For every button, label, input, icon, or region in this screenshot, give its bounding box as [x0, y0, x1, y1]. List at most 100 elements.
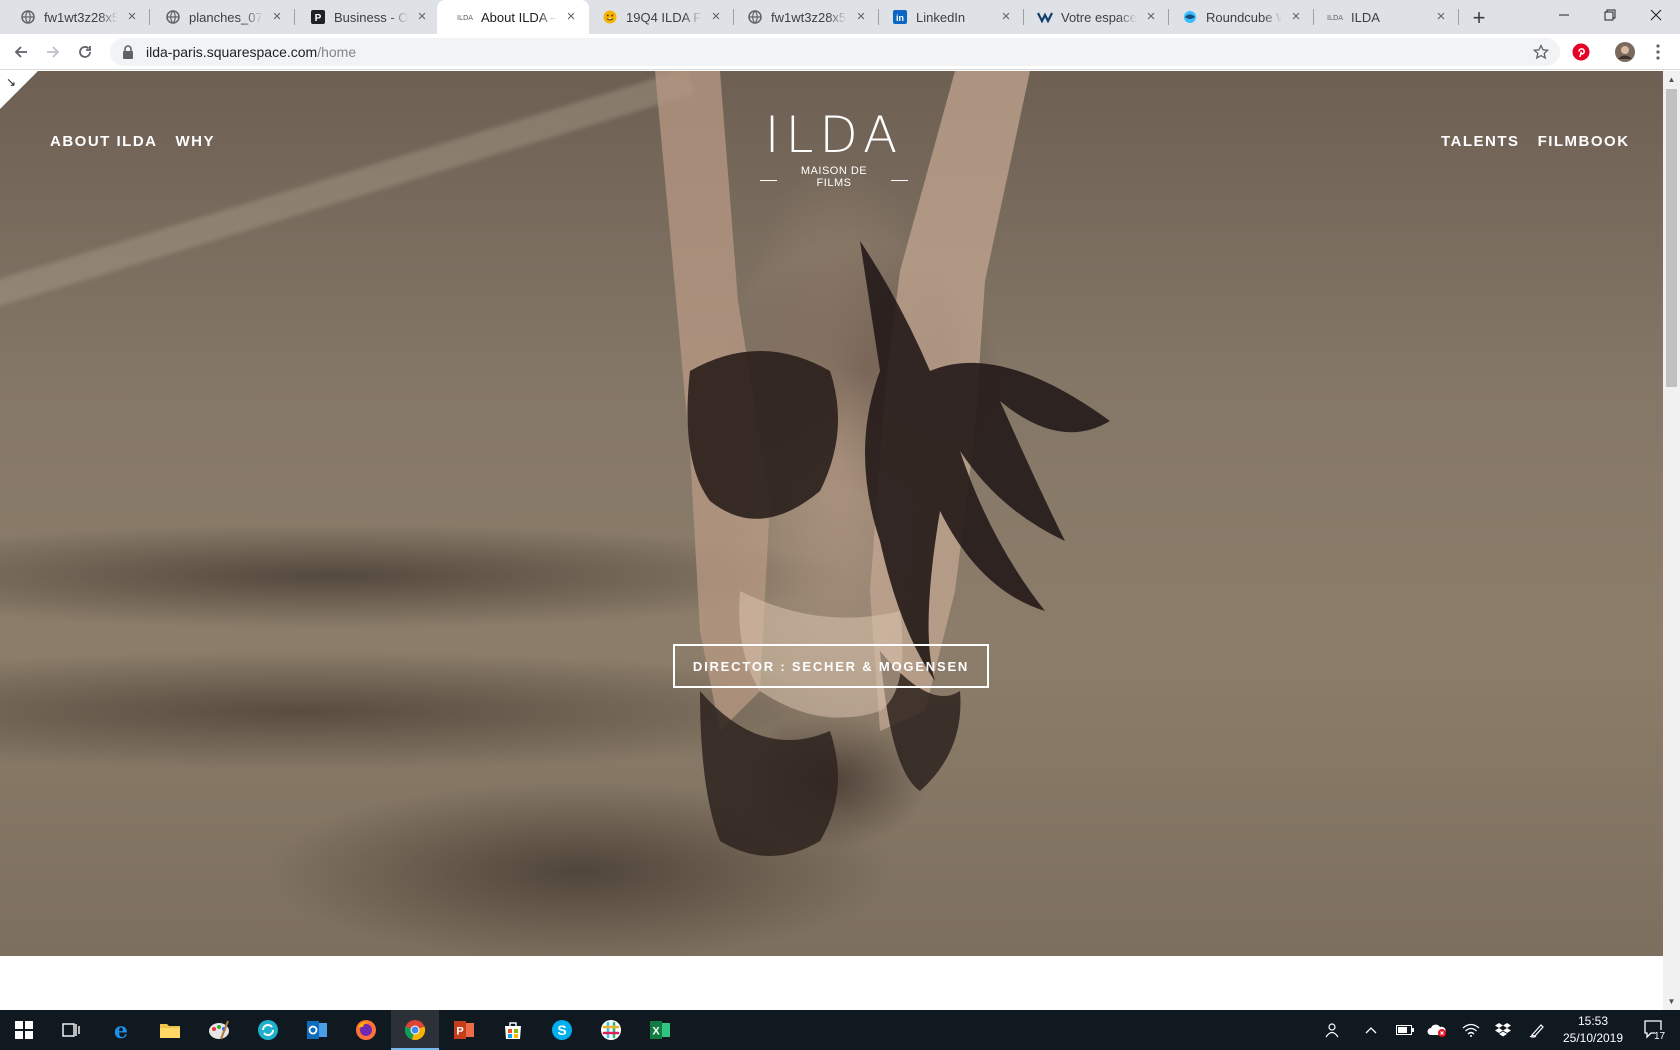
scroll-up-arrow-icon[interactable]: ▲: [1663, 71, 1680, 88]
tab-title: Roundcube Webmail: [1206, 9, 1282, 25]
tab-3[interactable]: P Business - Offres ×: [290, 0, 440, 34]
file-explorer-icon: [160, 1024, 180, 1038]
url-path: /home: [317, 44, 357, 60]
tab-7[interactable]: in LinkedIn ×: [872, 0, 1024, 34]
chevron-up-icon: [1365, 1027, 1377, 1034]
task-view-icon: [62, 1023, 80, 1037]
tab-title: planches_07.indd: [189, 9, 263, 25]
nav-link-filmbook[interactable]: FILMBOOK: [1538, 133, 1630, 150]
globe-icon: [747, 9, 763, 25]
browser-menu-button[interactable]: [1645, 39, 1671, 65]
logo-tagline: MAISON DE FILMS: [800, 165, 868, 189]
close-tab-icon[interactable]: ×: [1143, 9, 1159, 25]
linkedin-icon: in: [892, 9, 908, 25]
close-window-button[interactable]: [1633, 0, 1679, 30]
ovh-icon: [1037, 9, 1053, 25]
p-logo-icon: P: [310, 9, 326, 25]
back-button[interactable]: [8, 39, 34, 65]
minimize-window-button[interactable]: [1541, 0, 1587, 30]
taskbar-slack[interactable]: [587, 1010, 635, 1050]
nav-link-talents[interactable]: TALENTS: [1441, 133, 1520, 150]
svg-text:ILDA: ILDA: [457, 14, 473, 22]
pen-icon: [1529, 1024, 1544, 1038]
taskbar-file-explorer[interactable]: [146, 1010, 194, 1050]
chrome-icon: [404, 1020, 426, 1041]
slack-icon: [601, 1020, 621, 1040]
tab-5[interactable]: 19Q4 ILDA FORMAT ×: [582, 0, 734, 34]
director-button[interactable]: DIRECTOR : SECHER & MOGENSEN: [673, 644, 989, 688]
restore-icon: [1604, 9, 1616, 21]
taskbar-chrome[interactable]: [391, 1010, 439, 1050]
browser-toolbar: ilda-paris.squarespace.com/home: [0, 34, 1680, 70]
close-tab-icon[interactable]: ×: [414, 9, 430, 25]
address-bar[interactable]: ilda-paris.squarespace.com/home: [110, 38, 1560, 66]
close-tab-icon[interactable]: ×: [1288, 9, 1304, 25]
taskbar-store[interactable]: [489, 1010, 537, 1050]
back-arrow-icon: [14, 46, 27, 58]
hero-scene-illustration: [655, 71, 1110, 856]
close-tab-icon[interactable]: ×: [269, 9, 285, 25]
action-center-button[interactable]: 17: [1636, 1010, 1676, 1050]
tab-2[interactable]: planches_07.indd ×: [145, 0, 295, 34]
page-scrollbar[interactable]: ▲ ▼: [1663, 71, 1680, 1010]
expand-arrow-icon[interactable]: ↘: [6, 75, 16, 89]
outlook-icon: [307, 1021, 327, 1039]
site-logo[interactable]: ILDA MAISON DE FILMS: [754, 107, 914, 189]
wifi-tray-icon[interactable]: [1458, 1010, 1484, 1050]
logo-wordmark: ILDA: [764, 106, 904, 164]
scroll-down-arrow-icon[interactable]: ▼: [1663, 993, 1680, 1010]
tab-9[interactable]: Roundcube Webmail ×: [1162, 0, 1314, 34]
restore-window-button[interactable]: [1587, 0, 1633, 30]
pen-workspace-tray-icon[interactable]: [1524, 1010, 1550, 1050]
taskbar-edge[interactable]: e: [97, 1010, 145, 1050]
tab-8[interactable]: Votre espace client ×: [1017, 0, 1169, 34]
profile-avatar-button[interactable]: [1612, 39, 1638, 65]
tab-strip: fw1wt3z28x5kmfx × planches_07.indd × P B…: [0, 0, 1680, 34]
taskbar-sync-app[interactable]: [244, 1010, 292, 1050]
lock-icon[interactable]: [122, 45, 136, 59]
close-tab-icon[interactable]: ×: [998, 9, 1014, 25]
onedrive-error-tray-icon[interactable]: [1424, 1010, 1450, 1050]
taskbar-paint[interactable]: [195, 1010, 243, 1050]
svg-text:P: P: [315, 13, 322, 24]
star-icon: [1533, 44, 1549, 60]
tab-title: About ILDA — ILDA: [481, 9, 557, 25]
close-tab-icon[interactable]: ×: [708, 9, 724, 25]
nav-link-about-ilda[interactable]: ABOUT ILDA: [50, 133, 158, 150]
taskbar-excel[interactable]: X: [636, 1010, 684, 1050]
close-tab-icon[interactable]: ×: [124, 9, 140, 25]
new-tab-button[interactable]: +: [1466, 5, 1492, 31]
scrollbar-thumb[interactable]: [1666, 89, 1677, 387]
store-icon: [505, 1022, 521, 1039]
taskbar-outlook[interactable]: [293, 1010, 341, 1050]
tab-10[interactable]: ILDA ILDA ×: [1307, 0, 1459, 34]
start-button[interactable]: [0, 1010, 48, 1050]
dropbox-tray-icon[interactable]: [1490, 1010, 1516, 1050]
skype-icon: S: [552, 1020, 572, 1040]
taskbar-powerpoint[interactable]: P: [440, 1010, 488, 1050]
reload-button[interactable]: [72, 39, 98, 65]
people-tray-button[interactable]: [1320, 1010, 1346, 1050]
show-hidden-icons-button[interactable]: [1358, 1010, 1384, 1050]
svg-text:in: in: [896, 13, 904, 23]
taskbar-skype[interactable]: S: [538, 1010, 586, 1050]
globe-icon: [165, 9, 181, 25]
tab-4-active[interactable]: ILDA About ILDA — ILDA ×: [437, 0, 589, 34]
pinterest-extension-button[interactable]: [1568, 39, 1594, 65]
paint-icon: [209, 1020, 229, 1040]
taskbar-clock[interactable]: 15:53 25/10/2019: [1556, 1013, 1630, 1047]
close-tab-icon[interactable]: ×: [853, 9, 869, 25]
taskbar-firefox[interactable]: [342, 1010, 390, 1050]
nav-link-why[interactable]: WHY: [176, 133, 216, 150]
tab-6[interactable]: fw1wt3z28x5kmfx ×: [727, 0, 879, 34]
tab-1[interactable]: fw1wt3z28x5kmfx ×: [0, 0, 150, 34]
close-tab-icon[interactable]: ×: [1433, 9, 1449, 25]
bookmark-star-button[interactable]: [1528, 39, 1554, 65]
task-view-button[interactable]: [48, 1010, 96, 1050]
tab-title: 19Q4 ILDA FORMAT: [626, 9, 702, 25]
battery-tray-icon[interactable]: [1392, 1010, 1418, 1050]
svg-text:e: e: [114, 1019, 128, 1041]
sync-icon: [258, 1020, 278, 1040]
close-tab-icon[interactable]: ×: [563, 9, 579, 25]
forward-button[interactable]: [40, 39, 66, 65]
